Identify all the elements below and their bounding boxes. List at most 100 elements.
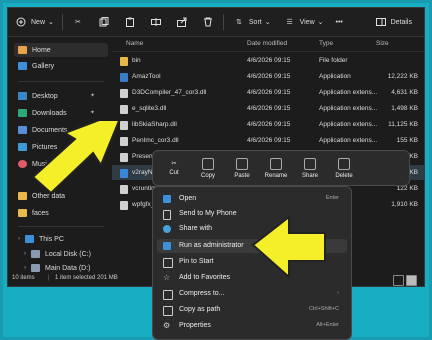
menu-item-open[interactable]: Open Enter	[157, 192, 347, 206]
rename-button[interactable]	[143, 12, 169, 32]
context-rename-button[interactable]: Rename	[261, 151, 291, 185]
rename-icon	[149, 15, 163, 29]
annotation-arrow-icon	[251, 215, 326, 280]
documents-icon	[18, 126, 27, 134]
context-mini-toolbar: ✂ Cut Copy Paste Rename Share Delete	[152, 150, 410, 186]
cell-date: 4/6/2026 09:15	[247, 105, 291, 112]
paste-button[interactable]	[117, 12, 143, 32]
cell-name: v2rayN	[132, 169, 153, 176]
divider	[18, 81, 104, 82]
cut-button[interactable]: ✂	[65, 12, 91, 32]
scissors-icon: ✂	[171, 161, 177, 167]
cell-type: Application extens...	[319, 137, 378, 144]
folder-icon	[18, 209, 27, 217]
cell-date: 4/6/2026 09:15	[247, 121, 291, 128]
column-header-size[interactable]: Size	[376, 40, 389, 47]
sort-icon: ⇅	[235, 19, 242, 26]
pin-icon	[163, 258, 173, 268]
menu-item-copy-as-path[interactable]: Copy as path Ctrl+Shift+C	[157, 303, 347, 317]
view-button[interactable]: ☰ View ⌄	[277, 12, 330, 32]
divider	[61, 14, 63, 30]
scissors-icon: ✂	[74, 19, 81, 26]
copy-icon	[202, 157, 214, 170]
context-share-button[interactable]: Share	[295, 151, 325, 185]
column-header-name[interactable]: Name	[126, 40, 143, 47]
divider	[18, 226, 104, 227]
pin-icon: ✦	[90, 93, 96, 99]
trash-icon	[338, 157, 350, 170]
download-icon	[18, 109, 27, 117]
tiles-view-button[interactable]	[406, 275, 417, 286]
clipboard-icon	[123, 15, 137, 29]
cell-name: D3DCompiler_47_cor3.dll	[132, 89, 207, 96]
cell-name: PenImc_cor3.dll	[132, 137, 179, 144]
menu-item-compress-to[interactable]: Compress to... ›	[157, 287, 347, 301]
sidebar-item-local-disk[interactable]: › Local Disk (C:)	[24, 247, 91, 261]
table-row[interactable]: libSkiaSharp.dll 4/6/2026 09:15 Applicatio…	[112, 117, 424, 132]
cell-type: Application extens...	[319, 105, 378, 112]
column-header-type[interactable]: Type	[319, 40, 333, 47]
star-icon: ☆	[163, 273, 171, 282]
table-row[interactable]: D3DCompiler_47_cor3.dll 4/6/2026 09:15 App…	[112, 85, 424, 100]
home-icon	[18, 46, 27, 54]
cell-size: 1,910 KB	[391, 201, 418, 208]
sidebar-item-desktop[interactable]: Desktop	[18, 89, 58, 103]
cell-date: 4/6/2026 09:15	[247, 57, 291, 64]
cell-type: Application	[319, 73, 351, 80]
sidebar-item-gallery[interactable]: Gallery	[18, 59, 54, 73]
phone-icon	[163, 210, 171, 220]
chevron-right-icon: ›	[337, 290, 339, 296]
more-options-button[interactable]: •••	[330, 12, 349, 32]
table-row[interactable]: e_sqlite3.dll 4/6/2026 09:15 Application e…	[112, 101, 424, 116]
copy-button[interactable]	[91, 12, 117, 32]
cell-date: 4/6/2026 09:15	[247, 89, 291, 96]
cell-size: 155 KB	[396, 137, 418, 144]
new-button[interactable]: New ⌄	[8, 12, 60, 32]
sidebar-item-this-pc[interactable]: › This PC	[18, 232, 64, 246]
open-icon	[163, 195, 171, 203]
chevron-down-icon: ⌄	[48, 19, 54, 26]
file-icon	[120, 105, 128, 114]
pin-icon: ✦	[90, 110, 96, 116]
chevron-right-icon: ›	[18, 236, 20, 242]
cell-date: 4/6/2026 09:15	[247, 73, 291, 80]
share-button[interactable]	[169, 12, 195, 32]
sidebar-item-home[interactable]: Home	[14, 43, 108, 57]
item-count: 10 items	[12, 275, 35, 281]
chevron-down-icon: ⌄	[264, 19, 271, 26]
computer-icon	[25, 235, 34, 243]
details-pane-button[interactable]: Details	[368, 12, 418, 32]
divider	[222, 14, 224, 30]
drive-icon	[31, 264, 40, 272]
desktop-icon	[18, 92, 27, 100]
column-header-date[interactable]: Date modified	[247, 40, 287, 47]
delete-button[interactable]	[195, 12, 221, 32]
file-icon	[120, 89, 128, 98]
sidebar-item-faces[interactable]: faces	[18, 206, 49, 220]
column-headers: Name Date modified Type Size	[112, 37, 424, 52]
context-copy-button[interactable]: Copy	[193, 151, 223, 185]
sidebar-item-downloads[interactable]: Downloads	[18, 106, 67, 120]
chevron-right-icon: ›	[24, 265, 26, 271]
view-icon: ☰	[286, 19, 293, 26]
share-icon	[175, 15, 189, 29]
table-row[interactable]: AmazTool 4/6/2026 09:15 Application 12,222 …	[112, 69, 424, 84]
table-row[interactable]: bin 4/6/2026 09:15 File folder	[112, 53, 424, 68]
sort-button[interactable]: ⇅ Sort ⌄	[226, 12, 277, 32]
cell-size: 1,498 KB	[391, 105, 418, 112]
cell-type: Application extens...	[319, 121, 378, 128]
folder-icon	[18, 192, 27, 200]
context-paste-button[interactable]: Paste	[227, 151, 257, 185]
gallery-icon	[18, 62, 27, 70]
context-delete-button[interactable]: Delete	[329, 151, 359, 185]
menu-item-properties[interactable]: ⚙ Properties Alt+Enter	[157, 319, 347, 333]
context-cut-button[interactable]: ✂ Cut	[159, 151, 189, 185]
details-view-button[interactable]	[393, 275, 404, 286]
trash-icon	[201, 15, 215, 29]
clipboard-icon	[236, 157, 248, 170]
pictures-icon	[18, 143, 27, 151]
table-row[interactable]: PenImc_cor3.dll 4/6/2026 09:15 Application…	[112, 133, 424, 148]
copy-icon	[97, 15, 111, 29]
cell-date: 4/6/2026 09:15	[247, 137, 291, 144]
rename-icon	[270, 157, 282, 170]
